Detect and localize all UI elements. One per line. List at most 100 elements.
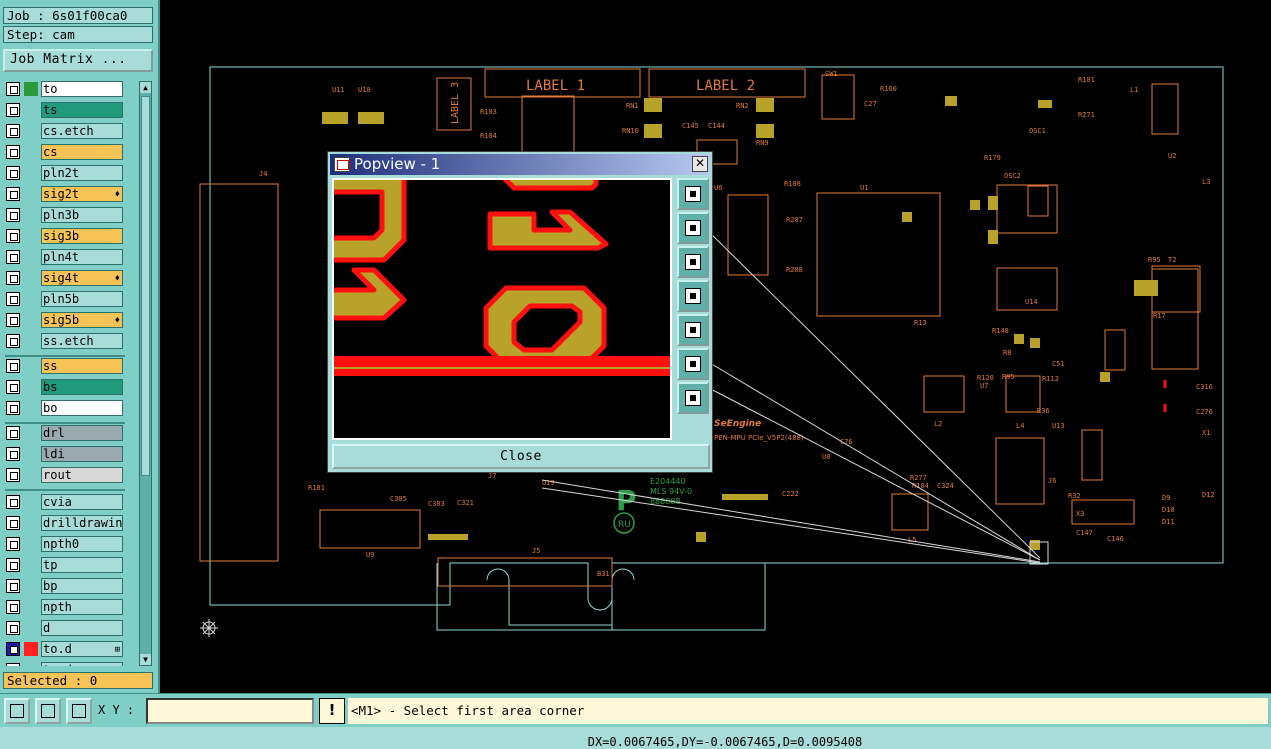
layer-row[interactable]: tp: [5, 557, 139, 573]
layer-display-checkbox[interactable]: [6, 250, 20, 264]
layer-name[interactable]: cs.etch: [41, 123, 123, 139]
layer-display-checkbox[interactable]: [6, 495, 20, 509]
layer-row[interactable]: ss: [5, 358, 139, 374]
layer-row[interactable]: npth0: [5, 536, 139, 552]
layer-name[interactable]: bp: [41, 578, 123, 594]
layer-name[interactable]: npth0: [41, 536, 123, 552]
layer-name[interactable]: pln2t: [41, 165, 123, 181]
layer-name[interactable]: cs: [41, 144, 123, 160]
layer-display-checkbox[interactable]: [6, 334, 20, 348]
pan-left-button[interactable]: [677, 280, 709, 312]
popview-zoom-view[interactable]: [332, 178, 672, 440]
layer-display-checkbox[interactable]: [6, 468, 20, 482]
layer-display-checkbox[interactable]: [6, 82, 20, 96]
layer-row[interactable]: sig5b ♦: [5, 312, 139, 328]
layer-name[interactable]: cvia: [41, 494, 123, 510]
layer-display-checkbox[interactable]: [6, 401, 20, 415]
layer-color-swatch[interactable]: [24, 82, 38, 96]
scroll-up-arrow-icon[interactable]: ▲: [140, 82, 151, 93]
layer-display-checkbox[interactable]: [6, 208, 20, 222]
layer-name[interactable]: d: [41, 620, 123, 636]
layer-row[interactable]: pln2t: [5, 165, 139, 181]
layer-display-checkbox[interactable]: [6, 558, 20, 572]
grid-button[interactable]: [66, 698, 92, 724]
warning-button[interactable]: !: [319, 698, 345, 724]
layer-display-checkbox[interactable]: [6, 663, 20, 666]
layer-row[interactable]: ldi: [5, 446, 139, 462]
layer-display-checkbox[interactable]: [6, 516, 20, 530]
layer-display-checkbox[interactable]: [6, 621, 20, 635]
pan-right-button[interactable]: [677, 314, 709, 346]
layer-row[interactable]: bp: [5, 578, 139, 594]
layer-row[interactable]: ts.d: [5, 662, 139, 666]
layer-name[interactable]: ts: [41, 102, 123, 118]
layer-name[interactable]: pln5b: [41, 291, 123, 307]
layer-display-checkbox[interactable]: [6, 642, 20, 656]
layer-name[interactable]: drilldrawing: [41, 515, 123, 531]
layer-name[interactable]: tp: [41, 557, 123, 573]
layer-display-checkbox[interactable]: [6, 359, 20, 373]
zoom-window-button[interactable]: [677, 178, 709, 210]
layer-name[interactable]: sig3b: [41, 228, 123, 244]
layer-display-checkbox[interactable]: [6, 537, 20, 551]
layer-row[interactable]: cs: [5, 144, 139, 160]
layer-display-checkbox[interactable]: [6, 145, 20, 159]
layer-name[interactable]: ss: [41, 358, 123, 374]
layer-name[interactable]: bs: [41, 379, 123, 395]
layer-display-checkbox[interactable]: [6, 187, 20, 201]
layer-row[interactable]: pln4t: [5, 249, 139, 265]
layer-row[interactable]: rout: [5, 467, 139, 483]
layer-display-checkbox[interactable]: [6, 166, 20, 180]
layer-name[interactable]: bo: [41, 400, 123, 416]
pan-down-button[interactable]: [677, 246, 709, 278]
layer-name[interactable]: sig2t ♦: [41, 186, 123, 202]
layer-name[interactable]: rout: [41, 467, 123, 483]
layer-display-checkbox[interactable]: [6, 103, 20, 117]
layer-name[interactable]: pln4t: [41, 249, 123, 265]
layer-name[interactable]: to: [41, 81, 123, 97]
zoom-out-button[interactable]: [677, 382, 709, 414]
layer-display-checkbox[interactable]: [6, 579, 20, 593]
layer-name[interactable]: ts.d: [41, 662, 123, 666]
layer-row[interactable]: bo: [5, 400, 139, 416]
layer-display-checkbox[interactable]: [6, 229, 20, 243]
layer-row[interactable]: drilldrawing: [5, 515, 139, 531]
zoom-in-button[interactable]: [677, 348, 709, 380]
layer-row[interactable]: cvia: [5, 494, 139, 510]
xy-input[interactable]: [146, 698, 314, 724]
layer-display-checkbox[interactable]: [6, 271, 20, 285]
close-icon[interactable]: ✕: [692, 156, 708, 172]
layer-name[interactable]: to.d ⊞: [41, 641, 123, 657]
layer-color-swatch[interactable]: [24, 642, 38, 656]
layer-row[interactable]: pln5b: [5, 291, 139, 307]
measure-button[interactable]: [35, 698, 61, 724]
layer-row[interactable]: d: [5, 620, 139, 636]
scroll-thumb[interactable]: [141, 96, 150, 476]
layer-scrollbar[interactable]: ▲ ▼: [139, 81, 152, 666]
layer-display-checkbox[interactable]: [6, 124, 20, 138]
layer-row[interactable]: pln3b: [5, 207, 139, 223]
layer-row[interactable]: npth: [5, 599, 139, 615]
layer-display-checkbox[interactable]: [6, 426, 20, 440]
close-button[interactable]: Close: [332, 444, 710, 469]
popview-titlebar[interactable]: Popview - 1 ✕: [330, 154, 710, 175]
layer-display-checkbox[interactable]: [6, 313, 20, 327]
layer-name[interactable]: npth: [41, 599, 123, 615]
layer-display-checkbox[interactable]: [6, 447, 20, 461]
layer-name[interactable]: sig5b ♦: [41, 312, 123, 328]
job-matrix-button[interactable]: Job Matrix ...: [3, 49, 153, 72]
layer-display-checkbox[interactable]: [6, 292, 20, 306]
layer-display-checkbox[interactable]: [6, 380, 20, 394]
layer-name[interactable]: ldi: [41, 446, 123, 462]
layer-display-checkbox[interactable]: [6, 600, 20, 614]
layer-row[interactable]: drl: [5, 425, 139, 441]
layer-row[interactable]: to: [5, 81, 139, 97]
layer-row[interactable]: to.d ⊞: [5, 641, 139, 657]
layer-name[interactable]: drl: [41, 425, 123, 441]
layer-row[interactable]: sig4t ♦: [5, 270, 139, 286]
pan-up-button[interactable]: [677, 212, 709, 244]
layer-row[interactable]: ts: [5, 102, 139, 118]
layer-row[interactable]: ss.etch: [5, 333, 139, 349]
layer-name[interactable]: sig4t ♦: [41, 270, 123, 286]
layer-row[interactable]: cs.etch: [5, 123, 139, 139]
